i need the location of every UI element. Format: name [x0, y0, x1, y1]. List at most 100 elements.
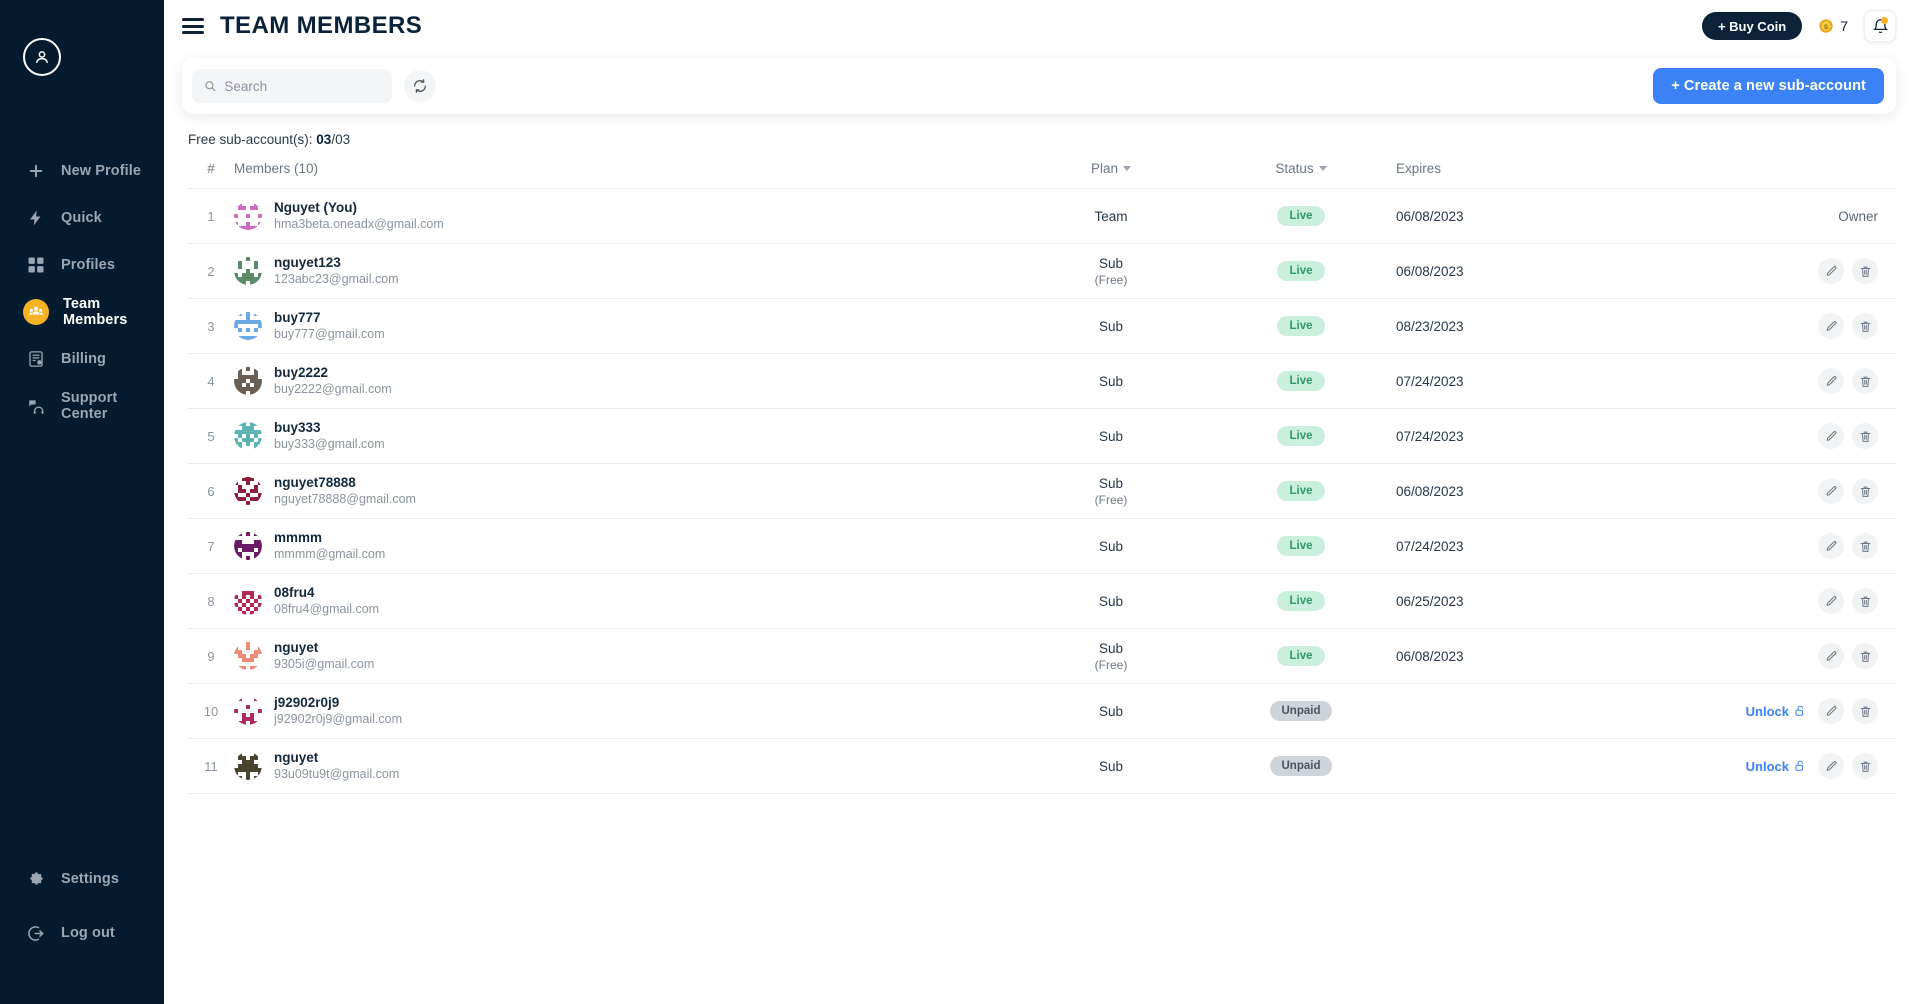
edit-button[interactable] — [1818, 698, 1844, 724]
status-badge: Unpaid — [1269, 756, 1333, 776]
table-row[interactable]: 5 buy333 buy333@gmail.com Sub Live 07/24… — [188, 409, 1896, 464]
row-actions: Unlock — [1636, 684, 1896, 739]
row-index: 11 — [204, 758, 218, 774]
edit-button[interactable] — [1818, 643, 1844, 669]
sidebar-item-support-center[interactable]: Support Center — [0, 383, 164, 429]
row-member: j92902r0j9 j92902r0j9@gmail.com — [234, 684, 1016, 739]
free-summary-total: /03 — [331, 132, 351, 147]
member-name: Nguyet (You) — [274, 200, 357, 215]
buy-coin-button[interactable]: + Buy Coin — [1701, 12, 1803, 40]
coin-icon: $ — [1819, 19, 1833, 33]
unlock-link[interactable]: Unlock — [1746, 704, 1806, 719]
delete-button[interactable] — [1852, 753, 1878, 779]
create-sub-account-button[interactable]: + Create a new sub-account — [1653, 68, 1884, 104]
table-row[interactable]: 6 nguyet78888 nguyet78888@gmail.com Sub(… — [188, 464, 1896, 519]
search-icon — [205, 81, 216, 92]
delete-button[interactable] — [1852, 313, 1878, 339]
edit-button[interactable] — [1818, 313, 1844, 339]
delete-button[interactable] — [1852, 368, 1878, 394]
sidebar-item-billing[interactable]: Billing — [0, 336, 164, 382]
member-email: nguyet78888@gmail.com — [274, 492, 416, 506]
unlock-link[interactable]: Unlock — [1746, 759, 1806, 774]
delete-button[interactable] — [1852, 533, 1878, 559]
row-actions: Owner — [1636, 189, 1896, 244]
table-row[interactable]: 10 j92902r0j9 j92902r0j9@gmail.com Sub U… — [188, 684, 1896, 739]
table-row[interactable]: 2 nguyet123 123abc23@gmail.com Sub (Free)… — [188, 244, 1896, 299]
sidebar-item-log-out[interactable]: Log out — [0, 910, 164, 956]
delete-button[interactable] — [1852, 478, 1878, 504]
column-header-status[interactable]: Status — [1206, 147, 1396, 189]
sidebar-item-settings[interactable]: Settings — [0, 856, 164, 902]
status-badge: Live — [1277, 371, 1325, 391]
table-row[interactable]: 8 08fru4 08fru4@gmail.com Sub Live 06/25… — [188, 574, 1896, 629]
header-actions: + Buy Coin $ 7 — [1701, 10, 1896, 42]
search-input[interactable] — [224, 78, 380, 94]
plan-label: Sub — [1098, 475, 1124, 491]
delete-button[interactable] — [1852, 698, 1878, 724]
members-table: # Members (10) Plan Status Expires 1 Ngu… — [188, 147, 1896, 794]
plan-label: Sub — [1098, 373, 1124, 389]
free-subaccount-summary: Free sub-account(s): 03/03 — [164, 114, 1920, 147]
row-member: Nguyet (You) hma3beta.oneadx@gmail.com — [234, 189, 1016, 244]
row-status: Live — [1206, 464, 1396, 519]
row-index: 4 — [207, 373, 215, 389]
delete-button[interactable] — [1852, 423, 1878, 449]
table-row[interactable]: 9 nguyet 9305i@gmail.com Sub (Free) Live … — [188, 629, 1896, 684]
members-table-container: # Members (10) Plan Status Expires 1 Ngu… — [164, 147, 1920, 794]
row-index: 7 — [207, 538, 215, 554]
sidebar-item-team-members[interactable]: Team Members — [0, 289, 164, 335]
table-row[interactable]: 3 buy777 buy777@gmail.com Sub Live 08/23… — [188, 299, 1896, 354]
table-row[interactable]: 7 mmmm mmmm@gmail.com Sub Live 07/24/202… — [188, 519, 1896, 574]
row-expires: 07/24/2023 — [1396, 428, 1464, 444]
row-index: 1 — [207, 208, 215, 224]
row-status: Unpaid — [1206, 739, 1396, 794]
member-name: nguyet78888 — [274, 475, 356, 490]
row-expires: 07/24/2023 — [1396, 538, 1464, 554]
status-badge: Live — [1277, 481, 1325, 501]
row-actions — [1636, 519, 1896, 574]
refresh-button[interactable] — [404, 70, 436, 102]
edit-button[interactable] — [1818, 533, 1844, 559]
column-header-members: Members (10) — [234, 147, 1016, 189]
column-header-plan[interactable]: Plan — [1016, 147, 1206, 189]
notification-button[interactable] — [1864, 10, 1896, 42]
member-email: 9305i@gmail.com — [274, 657, 375, 671]
coin-balance[interactable]: $ 7 — [1818, 18, 1848, 34]
row-plan: Sub — [1016, 409, 1206, 464]
member-email: buy333@gmail.com — [274, 437, 385, 451]
edit-button[interactable] — [1818, 423, 1844, 449]
row-status: Unpaid — [1206, 684, 1396, 739]
edit-button[interactable] — [1818, 258, 1844, 284]
edit-button[interactable] — [1818, 368, 1844, 394]
delete-button[interactable] — [1852, 643, 1878, 669]
row-status: Live — [1206, 189, 1396, 244]
trash-icon — [1860, 596, 1870, 607]
sidebar-item-new-profile[interactable]: New Profile — [0, 148, 164, 194]
row-actions — [1636, 409, 1896, 464]
row-status: Live — [1206, 409, 1396, 464]
sidebar-item-label: Log out — [61, 925, 115, 941]
row-plan: Sub — [1016, 739, 1206, 794]
headset-icon — [25, 395, 47, 417]
plus-icon — [25, 160, 47, 182]
member-name: mmmm — [274, 530, 323, 545]
edit-button[interactable] — [1818, 588, 1844, 614]
user-circle-icon[interactable] — [23, 38, 61, 76]
table-row[interactable]: 11 nguyet 93u09tu9t@gmail.com Sub Unpaid… — [188, 739, 1896, 794]
edit-pencil-icon — [1826, 760, 1836, 771]
table-row[interactable]: 4 buy2222 buy2222@gmail.com Sub Live 07/… — [188, 354, 1896, 409]
row-member: 08fru4 08fru4@gmail.com — [234, 574, 1016, 629]
row-plan: Sub (Free) — [1016, 629, 1206, 684]
edit-button[interactable] — [1818, 753, 1844, 779]
hamburger-icon[interactable] — [182, 18, 204, 34]
delete-button[interactable] — [1852, 258, 1878, 284]
edit-button[interactable] — [1818, 478, 1844, 504]
sidebar-item-profiles[interactable]: Profiles — [0, 242, 164, 288]
trash-icon — [1860, 486, 1870, 497]
table-row[interactable]: 1 Nguyet (You) hma3beta.oneadx@gmail.com… — [188, 189, 1896, 244]
sidebar-item-quick[interactable]: Quick — [0, 195, 164, 241]
delete-button[interactable] — [1852, 588, 1878, 614]
column-header-actions — [1636, 147, 1896, 189]
status-badge: Live — [1277, 536, 1325, 556]
status-badge: Live — [1277, 591, 1325, 611]
